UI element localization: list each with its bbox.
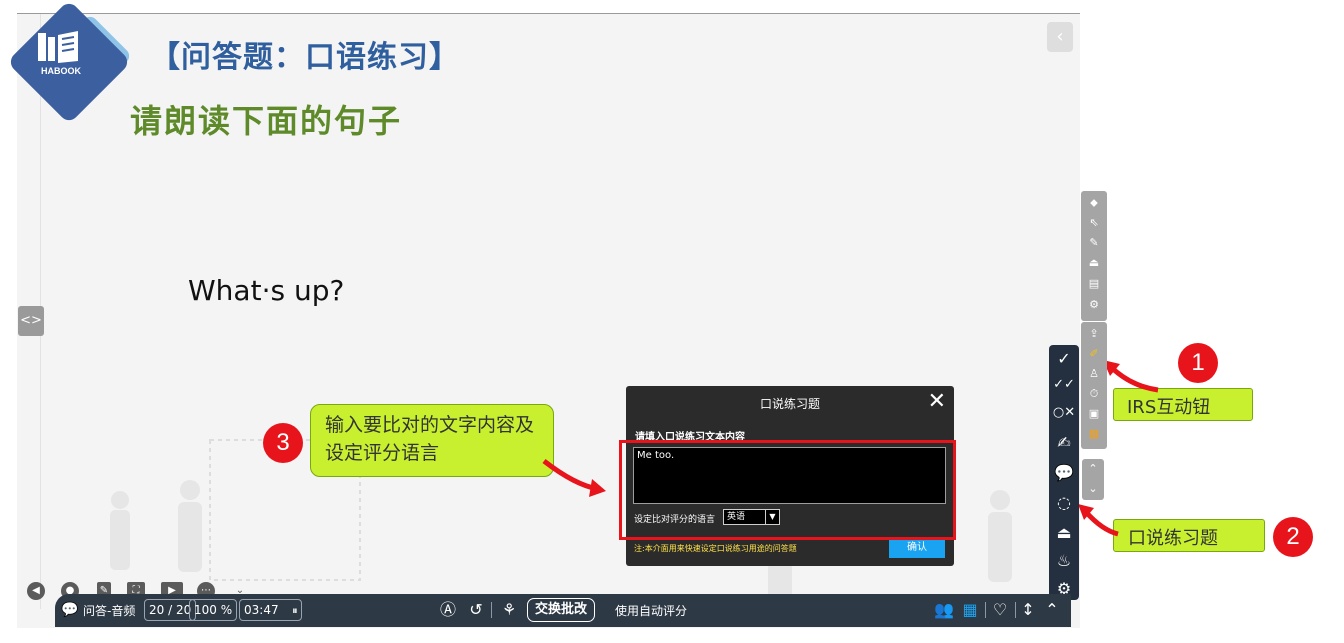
resize-vertical-icon[interactable]: ↕ [1017, 599, 1039, 621]
multi-choice-icon[interactable]: ✓✓ [1052, 373, 1076, 397]
arrow-icon [1078, 504, 1119, 537]
confirm-button[interactable]: 确认 [889, 537, 945, 558]
chevron-up-icon[interactable]: ⌃ [1041, 599, 1063, 621]
grouping-icon[interactable]: ⚘ [498, 599, 520, 621]
image-icon[interactable]: ▣ [1086, 406, 1102, 422]
timer[interactable]: 03:47 ⏸ [239, 599, 302, 621]
screen: HABOOK 【问答题：口语练习】 请朗读下面的句子 What·s up? <>… [0, 0, 1344, 643]
speaking-practice-icon[interactable]: ◌ [1052, 491, 1076, 515]
user-icon[interactable]: ♙ [1086, 366, 1102, 382]
timer-value: 03:47 [244, 603, 279, 617]
dialog-note: 注:本介面用来快速设定口说练习用途的问答题 [634, 544, 797, 553]
step-2-badge: 2 [1273, 517, 1313, 557]
slide-subtitle: 请朗读下面的句子 [130, 102, 403, 140]
pen-toolbar: ⬥ ⇖ ✎ ⏏ ▤ ⚙ [1081, 191, 1107, 321]
close-icon[interactable]: ✕ [928, 389, 946, 414]
fill-blank-icon[interactable]: ✍ [1052, 431, 1076, 455]
response-percent: 100 % [189, 599, 238, 621]
back-icon[interactable]: ◀ [27, 582, 45, 600]
exchange-grading-button[interactable]: 交换批改 [527, 598, 596, 622]
step-1-badge: 1 [1178, 343, 1218, 383]
highlight-frame [619, 440, 956, 540]
trash-icon[interactable]: ▤ [1086, 276, 1102, 292]
step-3-badge: 3 [263, 423, 303, 463]
slide-title: 【问答题：口语练习】 [150, 40, 460, 75]
refresh-icon[interactable]: ↺ [465, 599, 487, 621]
timer-icon[interactable]: ⏱ [1086, 386, 1102, 402]
heart-rate-icon[interactable]: ♡ [989, 599, 1011, 621]
right-panel-toggle[interactable]: ‹ [1047, 22, 1073, 52]
question-text: What·s up? [188, 274, 345, 307]
font-icon[interactable]: Ⓐ [437, 599, 459, 621]
single-choice-icon[interactable]: ✓ [1052, 347, 1076, 371]
auto-score-label[interactable]: 使用自动评分 [615, 602, 687, 619]
qa-icon[interactable]: 💬 [1052, 461, 1076, 485]
toolbar-scroller[interactable]: ⌃ ⌄ [1082, 459, 1104, 500]
students-icon[interactable]: 👥 [933, 599, 955, 621]
logo-label: HABOOK [41, 66, 81, 76]
step-2-callout: 口说练习题 [1113, 519, 1265, 552]
eraser-icon[interactable]: ⬥ [1086, 195, 1102, 211]
dialog-title: 口说练习题 [759, 397, 820, 411]
cursor-icon[interactable]: ⇖ [1086, 215, 1102, 231]
bell-icon[interactable]: ♨ [1052, 549, 1076, 573]
separator [1015, 602, 1016, 618]
step-3-callout: 输入要比对的文字内容及设定评分语言 [310, 404, 554, 477]
left-panel-toggle[interactable]: <> [18, 306, 44, 336]
screen-icon[interactable]: ▦ [1086, 426, 1102, 442]
buzzer-icon[interactable]: ⏏ [1052, 521, 1076, 545]
grid-icon[interactable]: ▦ [959, 599, 981, 621]
chevron-up-icon[interactable]: ⌃ [1085, 461, 1101, 477]
chevron-down-icon[interactable]: ⌄ [1085, 481, 1101, 497]
mode-label: 问答-音频 [83, 604, 136, 618]
separator [491, 602, 492, 618]
stamp-icon[interactable]: ⏏ [1086, 255, 1102, 271]
irs-button-icon[interactable]: ✐ [1086, 346, 1102, 362]
true-false-icon[interactable]: ○✕ [1052, 401, 1076, 425]
qa-audio-icon: 💬 [61, 602, 79, 618]
upload-icon[interactable]: ⇪ [1086, 326, 1102, 342]
pen-icon[interactable]: ✎ [1086, 235, 1102, 251]
separator [985, 602, 986, 618]
question-type-toolbar: ✓ ✓✓ ○✕ ✍ 💬 ◌ ⏏ ♨ ⚙ [1049, 345, 1079, 600]
arrow-icon [542, 459, 606, 497]
irs-toolbar: ⇪ ✐ ♙ ⏱ ▣ ▦ [1081, 322, 1107, 449]
arrow-icon [1103, 360, 1159, 393]
bottom-status-bar: 💬 问答-音频 20 / 20 100 % 03:47 ⏸ Ⓐ ↺ ⚘ 交换批改… [55, 594, 1071, 627]
pause-icon[interactable]: ⏸ [292, 601, 298, 621]
settings-icon[interactable]: ⚙ [1086, 297, 1102, 313]
